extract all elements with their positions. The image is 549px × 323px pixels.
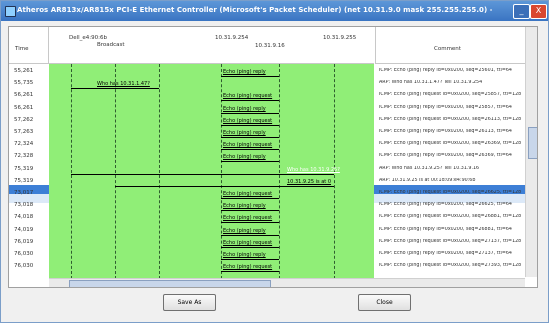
packet-label[interactable]: Who has 10.31.9.25?: [287, 167, 340, 173]
comment-cell: ICMP: Echo (ping) request id=0x0200, seq…: [379, 190, 522, 195]
time-cell: 76,019: [14, 238, 34, 245]
packet-arrow[interactable]: [221, 100, 279, 102]
comment-cell: ICMP: Echo (ping) request id=0x0200, seq…: [379, 238, 522, 244]
comment-cell: ARP: 10.31.9.25 is at 00:1d:09:e4:90:6b: [379, 177, 476, 183]
close-button[interactable]: Close: [358, 294, 411, 311]
comment-horizontal-scrollbar[interactable]: [375, 278, 525, 287]
time-cell: 75,319: [14, 165, 34, 172]
packet-arrow[interactable]: [221, 198, 279, 199]
time-cell: 55,735: [14, 80, 34, 87]
time-cell: 57,262: [14, 116, 34, 123]
time-cell: 76,030: [14, 251, 34, 257]
comment-cell: ICMP: Echo (ping) reply id=0x0200, seq=2…: [379, 68, 512, 73]
packet-arrow[interactable]: [221, 271, 279, 273]
packet-label[interactable]: Echo (ping) request: [223, 118, 272, 124]
horizontal-scroll-thumb[interactable]: [69, 280, 271, 287]
comment-cell: ICMP: Echo (ping) request id=0x0200, seq…: [379, 263, 522, 269]
node-label-1: Dell_e4:90:6b: [69, 35, 108, 41]
time-cell: 56,261: [14, 104, 34, 111]
packet-arrow[interactable]: [221, 259, 279, 260]
title-bar[interactable]: Atheros AR813x/AR815x PCI-E Ethernet Con…: [1, 1, 548, 21]
time-cell: 57,263: [14, 129, 34, 135]
app-icon: [5, 6, 16, 17]
minimize-button[interactable]: _: [513, 4, 530, 19]
packet-arrow[interactable]: [221, 112, 279, 114]
time-header: Time: [9, 27, 49, 64]
window-title: Atheros AR813x/AR815x PCI-E Ethernet Con…: [17, 6, 492, 14]
time-cell: 75,319: [14, 177, 34, 184]
time-cell: 73,018: [14, 202, 34, 209]
packet-label[interactable]: Echo (ping) reply: [223, 130, 266, 136]
vertical-scroll-thumb[interactable]: [528, 127, 537, 159]
horizontal-scrollbar[interactable]: [49, 278, 375, 287]
packet-label[interactable]: Echo (ping) reply: [223, 252, 266, 258]
time-cell: 72,324: [14, 141, 34, 148]
save-as-button[interactable]: Save As: [163, 294, 216, 311]
node-label-2: 10.31.9.254: [215, 35, 249, 41]
packet-label[interactable]: Echo (ping) reply: [223, 203, 266, 209]
packet-arrow[interactable]: [221, 137, 279, 138]
packet-label[interactable]: Echo (ping) request: [223, 264, 272, 270]
time-cell: 76,030: [14, 263, 34, 270]
comment-cell: ICMP: Echo (ping) reply id=0x0200, seq=2…: [379, 129, 512, 134]
packet-label[interactable]: Echo (ping) request: [223, 215, 272, 221]
comment-cell: ICMP: Echo (ping) reply id=0x0200, seq=2…: [379, 153, 512, 159]
packet-label[interactable]: Echo (ping) request: [223, 93, 272, 99]
packet-label[interactable]: Echo (ping) reply: [223, 106, 266, 112]
packet-label[interactable]: Echo (ping) reply: [223, 69, 266, 75]
packet-arrow[interactable]: [71, 173, 334, 175]
comment-cell: ICMP: Echo (ping) request id=0x0200, seq…: [379, 116, 522, 122]
packet-label[interactable]: Echo (ping) reply: [223, 154, 266, 160]
vertical-scrollbar[interactable]: [525, 27, 537, 277]
time-cell: 55,261: [14, 68, 34, 74]
comment-cell: ICMP: Echo (ping) request id=0x0200, seq…: [379, 141, 522, 147]
packet-arrow[interactable]: [115, 185, 334, 187]
time-cell: 56,261: [14, 92, 34, 99]
time-cell: 73,017: [14, 190, 34, 196]
flow-diagram[interactable]: Echo (ping) reply Who has 10.31.1.47? Echo…: [49, 64, 374, 279]
node-label-4: 10.31.9.255: [323, 35, 357, 41]
comment-cell: ICMP: Echo (ping) request id=0x0200, seq…: [379, 92, 522, 98]
packet-arrow[interactable]: [221, 161, 279, 163]
comment-cell: ICMP: Echo (ping) reply id=0x0200, seq=2…: [379, 226, 512, 232]
comment-header: Comment: [375, 27, 526, 64]
node-line-3: [159, 64, 160, 279]
packet-label[interactable]: 10.31.9.25 is at 0: [287, 179, 331, 185]
comment-cell: ICMP: Echo (ping) reply id=0x0200, seq=2…: [379, 251, 512, 256]
time-header-label: Time: [15, 46, 29, 52]
packet-arrow[interactable]: [221, 210, 279, 212]
node-line-1: [71, 64, 72, 279]
packet-arrow[interactable]: [221, 124, 279, 126]
comment-cell: ARP: Who has 10.31.9.25? Tell 10.31.9.16: [379, 165, 480, 171]
packet-label[interactable]: Echo (ping) request: [223, 142, 272, 148]
packet-label[interactable]: Who has 10.31.1.47?: [97, 81, 150, 87]
packet-arrow[interactable]: [221, 234, 279, 236]
time-cell: 72,328: [14, 153, 34, 160]
comment-header-label: Comment: [434, 46, 461, 52]
close-window-button[interactable]: X: [530, 4, 547, 19]
graph-analysis-window: Atheros AR813x/AR815x PCI-E Ethernet Con…: [0, 0, 549, 323]
comment-cell: ICMP: Echo (ping) reply id=0x0200, seq=2…: [379, 202, 512, 208]
packet-label[interactable]: Echo (ping) reply: [223, 228, 266, 234]
time-cell: 74,019: [14, 226, 34, 233]
time-cell: 74,018: [14, 214, 34, 221]
packet-arrow[interactable]: [221, 246, 279, 248]
comment-cell: ICMP: Echo (ping) reply id=0x0200, seq=2…: [379, 104, 512, 110]
packet-label[interactable]: Echo (ping) request: [223, 191, 272, 197]
packet-arrow[interactable]: [221, 76, 279, 77]
node-label-1-sub: Broadcast: [97, 42, 125, 48]
node-label-3: 10.31.9.16: [255, 43, 285, 49]
packet-arrow[interactable]: [221, 149, 279, 151]
packet-label[interactable]: Echo (ping) request: [223, 240, 272, 246]
node-line-5: [279, 64, 280, 279]
flow-graph-panel: Time Dell_e4:90:6b Broadcast 10.31.9.254…: [8, 26, 538, 288]
comment-cell: ARP: Who has 10.31.1.47? Tell 10.31.9.25…: [379, 80, 483, 86]
node-line-2: [115, 64, 116, 279]
nodes-header: Dell_e4:90:6b Broadcast 10.31.9.254 10.3…: [49, 27, 374, 64]
comment-column: ICMP: Echo (ping) reply id=0x0200, seq=2…: [376, 64, 525, 279]
packet-arrow[interactable]: [221, 222, 279, 224]
comment-cell: ICMP: Echo (ping) request id=0x0200, seq…: [379, 214, 522, 220]
packet-arrow[interactable]: [71, 88, 159, 90]
